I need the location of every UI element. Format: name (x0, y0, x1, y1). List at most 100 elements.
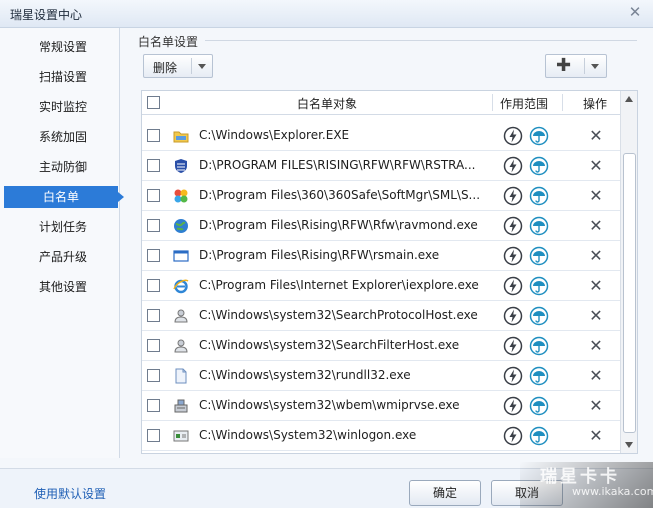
remove-icon[interactable]: ✕ (588, 126, 604, 146)
row-checkbox[interactable] (147, 219, 160, 232)
remove-icon[interactable]: ✕ (588, 336, 604, 356)
row-path: C:\Windows\system32\SearchProtocolHost.e… (199, 308, 478, 322)
lightning-bolt-icon[interactable] (503, 426, 523, 446)
use-default-settings-link[interactable]: 使用默认设置 (34, 485, 106, 502)
row-path: C:\Windows\System32\winlogon.exe (199, 428, 417, 442)
remove-icon[interactable]: ✕ (588, 246, 604, 266)
delete-button-label: 删除 (153, 61, 178, 75)
umbrella-icon[interactable] (529, 366, 549, 386)
console-icon (173, 430, 189, 442)
search-service-icon (174, 309, 188, 323)
row-path: C:\Windows\Explorer.EXE (199, 128, 350, 142)
sidebar-item-whitelist[interactable]: 白名单 (4, 186, 124, 208)
sidebar-item-hardening[interactable]: 系统加固 (4, 126, 118, 148)
table-row[interactable]: D:\Program Files\360\360Safe\SoftMgr\SML… (142, 181, 620, 211)
chevron-down-icon[interactable] (591, 64, 599, 69)
lightning-bolt-icon[interactable] (503, 156, 523, 176)
table-row[interactable]: C:\Windows\system32\rundll32.exe ✕ (142, 361, 620, 391)
row-checkbox[interactable] (147, 159, 160, 172)
scrollbar-thumb[interactable] (623, 153, 636, 433)
table-row[interactable]: C:\Windows\system32\SearchFilterHost.exe… (142, 331, 620, 361)
document-icon (175, 368, 187, 384)
lightning-bolt-icon[interactable] (503, 306, 523, 326)
close-icon[interactable]: ✕ (627, 4, 643, 20)
vertical-scrollbar[interactable] (620, 91, 637, 453)
remove-icon[interactable]: ✕ (588, 426, 604, 446)
umbrella-icon[interactable] (529, 276, 549, 296)
delete-button-separator (191, 58, 192, 74)
column-header-action: 操作 (583, 97, 608, 111)
row-checkbox[interactable] (147, 309, 160, 322)
chevron-down-icon[interactable] (198, 64, 206, 69)
row-path: C:\Windows\system32\wbem\wmiprvse.exe (199, 398, 460, 412)
row-checkbox[interactable] (147, 189, 160, 202)
table-row[interactable]: C:\Program Files\Internet Explorer\iexpl… (142, 271, 620, 301)
row-checkbox[interactable] (147, 429, 160, 442)
lightning-bolt-icon[interactable] (503, 366, 523, 386)
lightning-bolt-icon[interactable] (503, 186, 523, 206)
row-path: D:\Program Files\360\360Safe\SoftMgr\SML… (199, 188, 481, 202)
row-checkbox[interactable] (147, 129, 160, 142)
row-checkbox[interactable] (147, 249, 160, 262)
scroll-down-icon[interactable] (622, 437, 637, 452)
delete-button[interactable]: 删除 (143, 54, 213, 78)
umbrella-icon[interactable] (529, 126, 549, 146)
folder-icon (173, 131, 189, 143)
sidebar-item-upgrade[interactable]: 产品升级 (4, 246, 118, 268)
add-button[interactable]: ✚ (545, 54, 607, 78)
footer: 使用默认设置 确定 取消 (0, 468, 653, 508)
sidebar: 常规设置 扫描设置 实时监控 系统加固 主动防御 白名单 计划任务 产品升级 其… (0, 28, 124, 458)
umbrella-icon[interactable] (529, 426, 549, 446)
select-all-checkbox[interactable] (147, 96, 160, 109)
lightning-bolt-icon[interactable] (503, 246, 523, 266)
section-title: 白名单设置 (138, 35, 199, 49)
remove-icon[interactable]: ✕ (588, 306, 604, 326)
remove-icon[interactable]: ✕ (588, 156, 604, 176)
lightning-bolt-icon[interactable] (503, 126, 523, 146)
table-row[interactable]: C:\Windows\Explorer.EXE ✕ (142, 121, 620, 151)
section-divider (205, 40, 637, 41)
sidebar-item-realtime[interactable]: 实时监控 (4, 96, 118, 118)
table-row[interactable]: D:\PROGRAM FILES\RISING\RFW\RFW\RSTRA...… (142, 151, 620, 181)
lightning-bolt-icon[interactable] (503, 216, 523, 236)
umbrella-icon[interactable] (529, 306, 549, 326)
column-divider (562, 94, 563, 111)
remove-icon[interactable]: ✕ (588, 186, 604, 206)
sidebar-item-other[interactable]: 其他设置 (4, 276, 118, 298)
umbrella-icon[interactable] (529, 156, 549, 176)
umbrella-icon[interactable] (529, 336, 549, 356)
table-row[interactable]: C:\Windows\System32\winlogon.exe ✕ (142, 421, 620, 451)
internet-explorer-icon (173, 279, 189, 294)
title-bar: 瑞星设置中心 ✕ (0, 0, 653, 28)
scroll-up-icon[interactable] (622, 92, 637, 107)
table-row[interactable]: D:\Program Files\Rising\RFW\rsmain.exe ✕ (142, 241, 620, 271)
table-row[interactable]: D:\Program Files\Rising\RFW\Rfw\ravmond.… (142, 211, 620, 241)
remove-icon[interactable]: ✕ (588, 216, 604, 236)
sidebar-item-schedule[interactable]: 计划任务 (4, 216, 118, 238)
remove-icon[interactable]: ✕ (588, 396, 604, 416)
wmi-icon (174, 399, 188, 413)
table-row[interactable]: C:\Windows\system32\wbem\wmiprvse.exe ✕ (142, 391, 620, 421)
remove-icon[interactable]: ✕ (588, 366, 604, 386)
umbrella-icon[interactable] (529, 246, 549, 266)
umbrella-icon[interactable] (529, 396, 549, 416)
ok-button[interactable]: 确定 (409, 480, 481, 506)
row-checkbox[interactable] (147, 339, 160, 352)
lightning-bolt-icon[interactable] (503, 396, 523, 416)
sidebar-item-scan[interactable]: 扫描设置 (4, 66, 118, 88)
window-body: 常规设置 扫描设置 实时监控 系统加固 主动防御 白名单 计划任务 产品升级 其… (0, 28, 653, 508)
cancel-button[interactable]: 取消 (491, 480, 563, 506)
row-checkbox[interactable] (147, 279, 160, 292)
window-icon (173, 250, 189, 262)
umbrella-icon[interactable] (529, 186, 549, 206)
umbrella-icon[interactable] (529, 216, 549, 236)
add-button-separator (584, 58, 585, 74)
lightning-bolt-icon[interactable] (503, 276, 523, 296)
sidebar-item-active-defense[interactable]: 主动防御 (4, 156, 118, 178)
remove-icon[interactable]: ✕ (588, 276, 604, 296)
row-checkbox[interactable] (147, 369, 160, 382)
row-checkbox[interactable] (147, 399, 160, 412)
table-row[interactable]: C:\Windows\system32\SearchProtocolHost.e… (142, 301, 620, 331)
sidebar-item-general[interactable]: 常规设置 (4, 36, 118, 58)
lightning-bolt-icon[interactable] (503, 336, 523, 356)
